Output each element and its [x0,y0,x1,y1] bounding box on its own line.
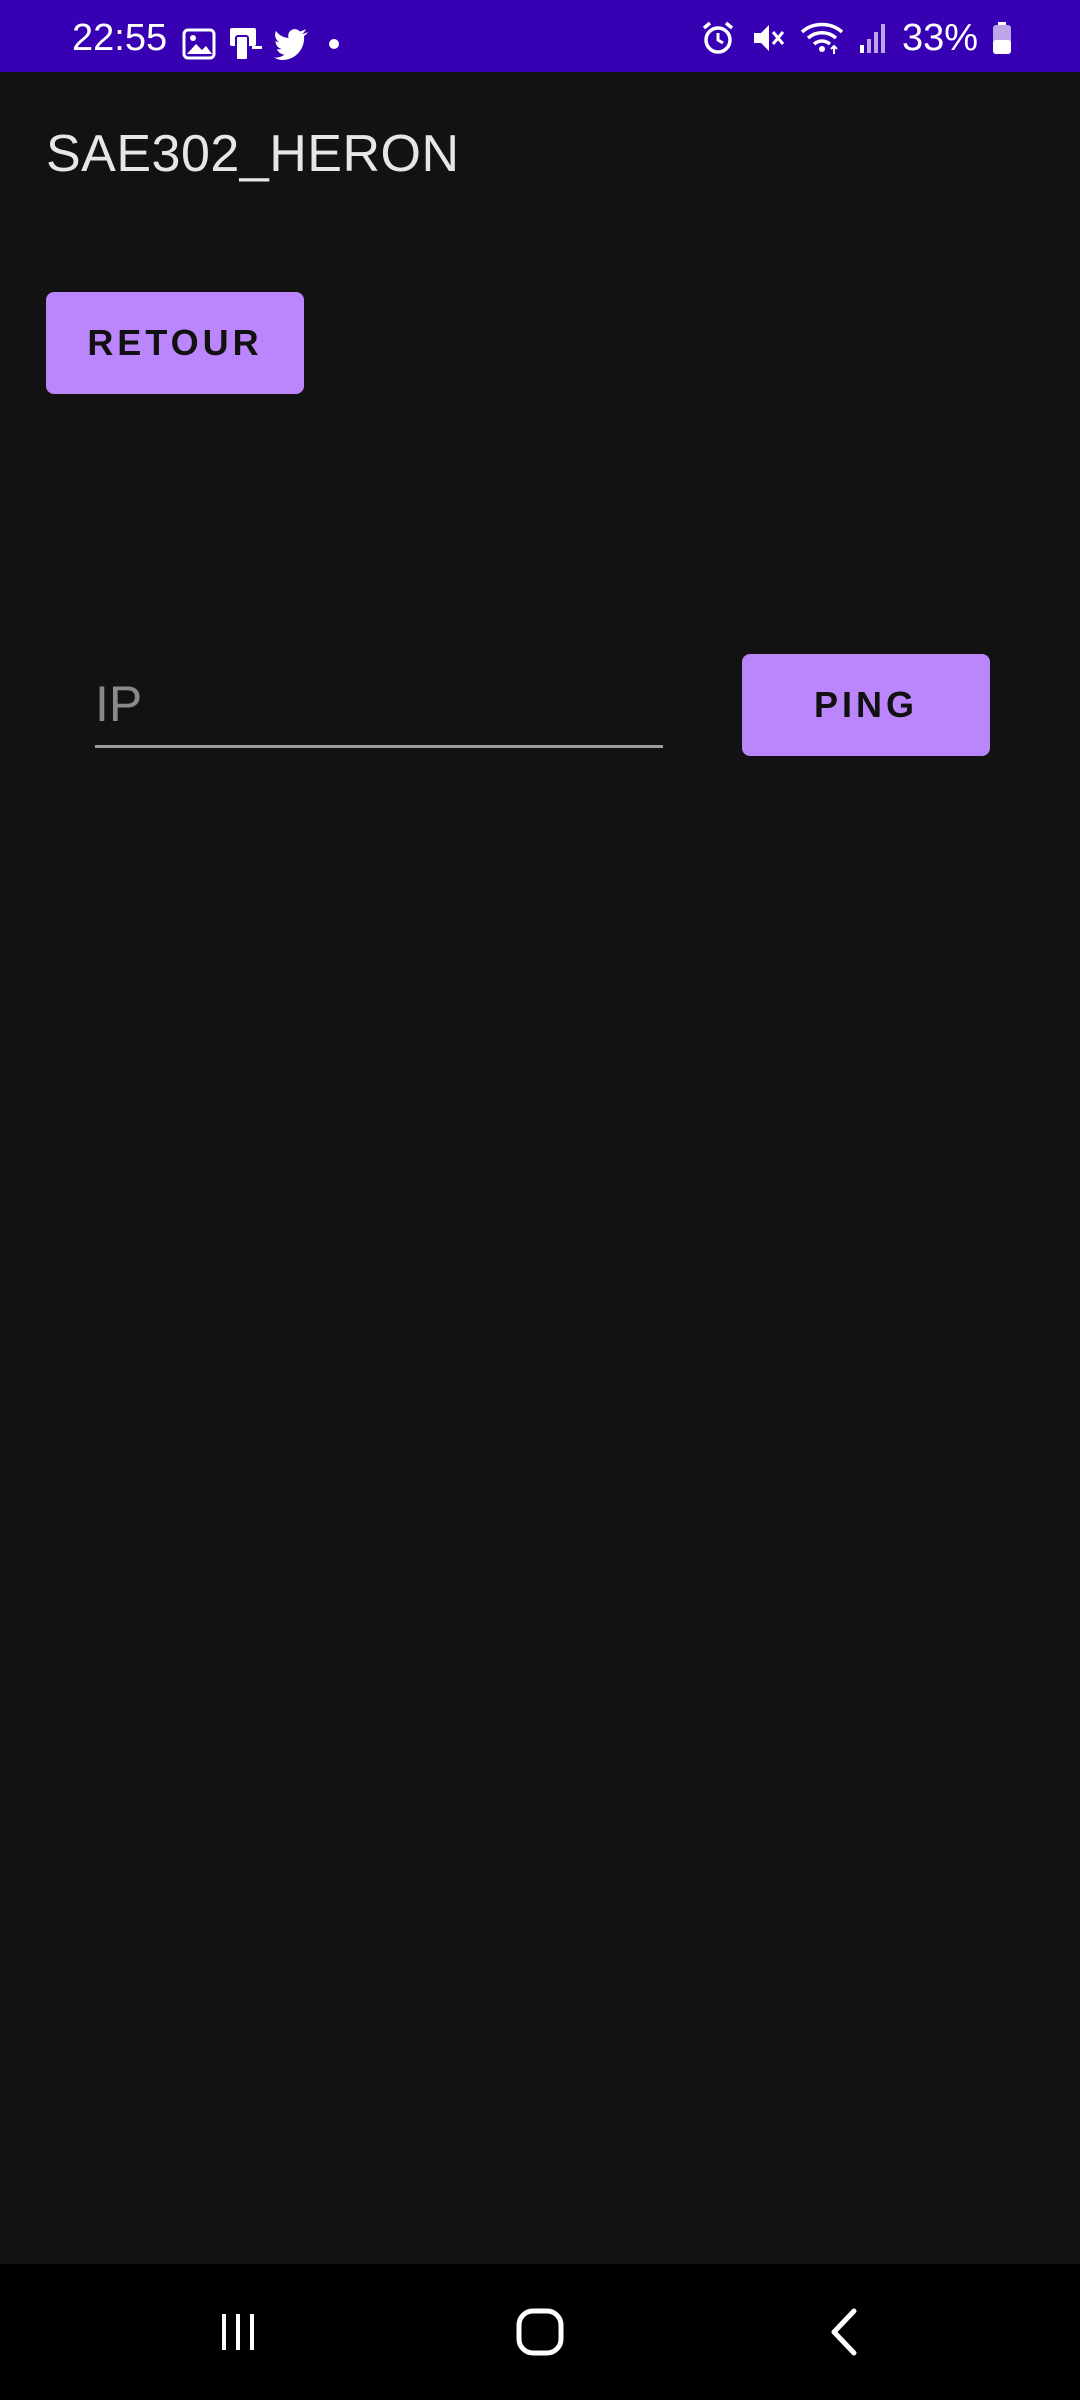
twitter-icon [274,28,310,60]
status-system-icons: 33% [700,18,1012,58]
battery-percent: 33% [901,17,978,59]
wifi-icon [800,20,844,56]
device-icon [226,26,264,62]
dot-icon [320,34,348,54]
recents-button[interactable] [178,2292,298,2372]
status-time: 22:55 [72,17,168,59]
retour-button[interactable]: RETOUR [46,292,304,394]
navigation-bar [0,2264,1080,2400]
status-notification-icons [182,24,348,64]
ip-input[interactable] [95,662,663,748]
alarm-icon [700,20,736,56]
recents-icon [216,2310,260,2354]
back-icon [824,2307,864,2357]
mute-icon [750,20,786,56]
status-bar: 22:55 33% [0,0,1080,72]
gallery-icon [182,27,216,61]
app-title: SAE302_HERON [46,125,460,183]
battery-icon [992,21,1012,55]
ping-button[interactable]: PING [742,654,990,756]
home-button[interactable] [480,2292,600,2372]
signal-icon [858,21,888,55]
back-button[interactable] [784,2292,904,2372]
home-icon [515,2307,565,2357]
